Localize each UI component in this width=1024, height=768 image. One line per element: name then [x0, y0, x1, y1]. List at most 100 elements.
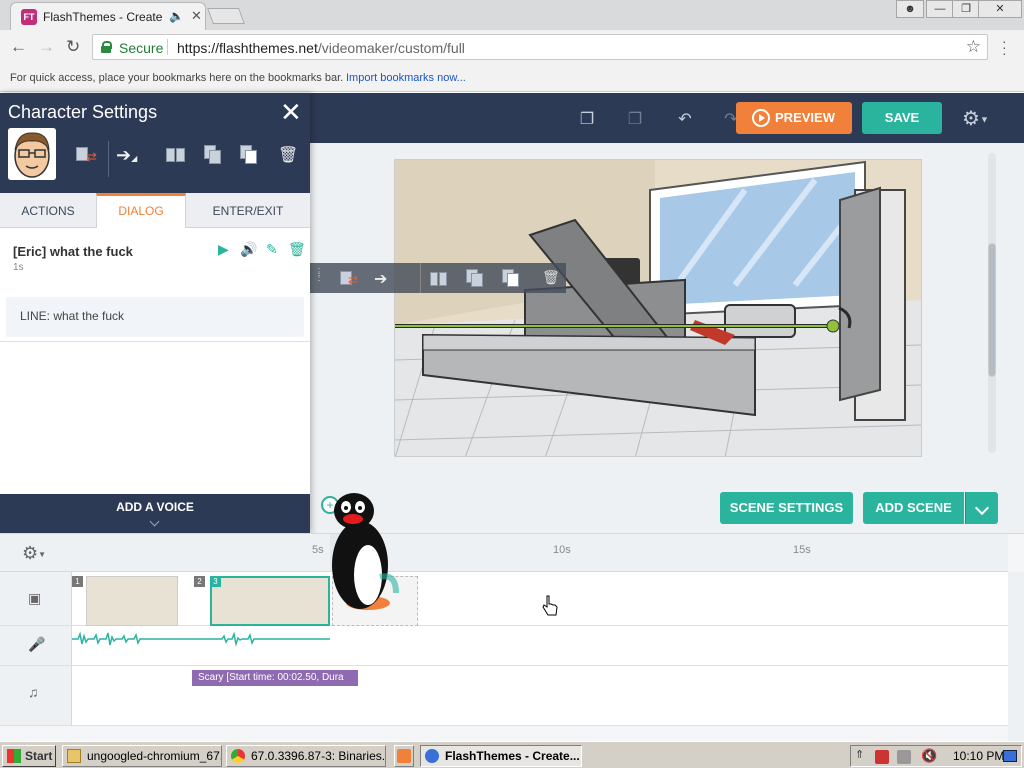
browser-icon [425, 749, 439, 763]
play-icon[interactable]: ▶ [218, 241, 229, 258]
add-voice-button[interactable]: ADD A VOICE [0, 494, 310, 533]
bookmark-star-icon[interactable]: ☆ [966, 37, 981, 57]
tab-enter-exit[interactable]: ENTER/EXIT [186, 193, 310, 228]
paste-character-icon[interactable] [502, 269, 522, 287]
walk-motion-icon[interactable]: ➔◢ [116, 145, 138, 167]
bookmarks-bar: For quick access, place your bookmarks h… [0, 64, 1024, 92]
speaker-icon[interactable]: 🔈 [169, 9, 184, 23]
music-clip[interactable]: Scary [Start time: 00:02.50, Dura [192, 670, 358, 686]
penguin-character[interactable]: + [320, 493, 400, 623]
scene-settings-button[interactable]: SCENE SETTINGS [720, 492, 853, 524]
save-button[interactable]: SAVE [862, 102, 942, 134]
browser-menu-icon[interactable]: · · · [1002, 34, 1007, 60]
camera-icon: ▣ [28, 590, 42, 606]
walk-motion-icon[interactable]: ➔ [374, 269, 394, 288]
scene-number: 1 [72, 576, 83, 587]
tab-actions[interactable]: ACTIONS [0, 193, 96, 228]
change-character-icon[interactable]: ⇄ [76, 145, 98, 167]
trash-icon[interactable]: 🗑 [542, 269, 562, 287]
ruler-tick: 10s [553, 544, 571, 556]
security-warning-icon[interactable] [875, 750, 889, 764]
copy-icon[interactable] [204, 145, 226, 167]
tab-dialog[interactable]: DIALOG [96, 193, 186, 228]
taskbar-item-label: ungoogled-chromium_67.... [87, 749, 222, 763]
clock[interactable]: 10:10 PM [953, 749, 1004, 763]
taskbar-item-active[interactable]: FlashThemes - Create... [420, 745, 582, 767]
music-track-label: ♫ [0, 666, 72, 725]
volume-muted-icon[interactable]: 🔇 [921, 748, 937, 764]
flip-icon[interactable] [430, 269, 450, 287]
minimize-button[interactable]: — [926, 0, 954, 18]
stage-scrollbar[interactable] [988, 153, 996, 453]
taskbar-item[interactable]: ungoogled-chromium_67.... [62, 745, 222, 767]
network-icon[interactable] [897, 750, 911, 764]
timeline-settings-gear-icon[interactable]: ⚙▼ [22, 543, 46, 564]
dialog-item[interactable]: [Eric] what the fuck 1s ▶ 🔊 ✎ 🗑 [0, 228, 310, 294]
ruler-tick: 15s [793, 544, 811, 556]
add-scene-dropdown-chevron-icon[interactable] [965, 492, 998, 524]
copy-character-icon[interactable] [466, 269, 486, 287]
undo-icon[interactable]: ↶ [676, 109, 694, 128]
scene-number: 2 [194, 576, 205, 587]
user-icon[interactable]: ☻ [896, 0, 924, 18]
close-tab-icon[interactable]: ✕ [191, 8, 202, 24]
delete-icon[interactable]: 🗑 [288, 241, 306, 258]
chevron-down-icon [149, 516, 160, 527]
swap-character-icon[interactable]: ⇄ [338, 269, 358, 287]
scene-thumbnail[interactable] [86, 576, 178, 626]
dialog-line-box[interactable]: LINE: what the fuck [6, 297, 304, 337]
paste-icon[interactable] [240, 145, 262, 167]
show-desktop-icon[interactable] [1003, 750, 1017, 762]
add-scene-button[interactable]: ADD SCENE [863, 492, 964, 524]
url-path: /videomaker/custom/full [317, 40, 465, 56]
restore-button[interactable]: ❐ [952, 0, 980, 18]
stage-scrollbar-thumb[interactable] [988, 243, 996, 377]
voice-track-label: 🎤 [0, 626, 72, 665]
preview-button[interactable]: PREVIEW [736, 102, 852, 134]
browser-tab[interactable]: FT FlashThemes - Create 🔈 ✕ [10, 2, 206, 30]
timeline-scrollbar[interactable] [1008, 572, 1024, 742]
play-circle-icon [752, 109, 770, 127]
dialog-title: [Eric] what the fuck [13, 244, 133, 259]
voice-waveform[interactable] [72, 630, 332, 648]
browser-tab-strip: FT FlashThemes - Create 🔈 ✕ ☻ — ❐ ✕ [0, 0, 1024, 30]
video-track-label: ▣ [0, 572, 72, 625]
flip-icon[interactable] [166, 145, 188, 167]
edit-pencil-icon[interactable]: ✎ [266, 241, 278, 258]
stage-area: ⋮ ⋮ ⇄ ➔ 🗑 [310, 143, 1024, 533]
scene-number: 3 [210, 576, 221, 587]
dialog-duration: 1s [13, 262, 24, 273]
copy-icon[interactable]: ❐ [578, 109, 596, 128]
import-bookmarks-link[interactable]: Import bookmarks now... [346, 72, 466, 84]
address-bar[interactable]: Secure https://flashthemes.net/videomake… [92, 34, 988, 60]
speaker-icon[interactable]: 🔊 [240, 241, 257, 258]
music-note-icon: ♫ [28, 684, 39, 700]
hand-cursor-icon [542, 595, 558, 616]
windows-taskbar: Start ungoogled-chromium_67.... 67.0.339… [0, 741, 1024, 768]
forward-arrow-icon[interactable]: → [38, 37, 55, 57]
url-text[interactable]: https://flashthemes.net/videomaker/custo… [177, 40, 465, 56]
character-avatar[interactable] [8, 128, 56, 180]
lock-icon [101, 41, 112, 53]
new-tab-button[interactable] [207, 8, 245, 24]
trash-icon[interactable]: 🗑 [278, 145, 300, 167]
panel-divider [0, 341, 310, 342]
settings-gear-icon[interactable]: ⚙▼ [962, 106, 989, 131]
close-window-button[interactable]: ✕ [978, 0, 1022, 18]
secure-label: Secure [119, 40, 164, 56]
back-arrow-icon[interactable]: ← [10, 37, 27, 57]
character-settings-header: Character Settings ✕ ⇄ ➔◢ 🗑 [0, 93, 310, 193]
close-panel-icon[interactable]: ✕ [280, 97, 302, 128]
media-player-icon [397, 749, 411, 763]
media-player-taskbar-icon[interactable] [394, 745, 414, 767]
tray-expand-icon[interactable]: ⇑ [855, 748, 864, 761]
flashthemes-favicon-icon: FT [21, 9, 37, 25]
drag-handle-icon[interactable]: ⋮ ⋮ [314, 268, 324, 283]
scene-canvas[interactable] [394, 159, 922, 457]
reload-icon[interactable]: ↻ [66, 37, 80, 57]
taskbar-item[interactable]: 67.0.3396.87-3: Binaries... [226, 745, 386, 767]
start-button[interactable]: Start [2, 745, 56, 767]
timeline-ruler[interactable]: ⚙▼ 5s 10s 15s [0, 534, 1008, 572]
paste-icon[interactable]: ❐ [626, 109, 644, 128]
scene-thumbnail-selected[interactable] [210, 576, 330, 626]
